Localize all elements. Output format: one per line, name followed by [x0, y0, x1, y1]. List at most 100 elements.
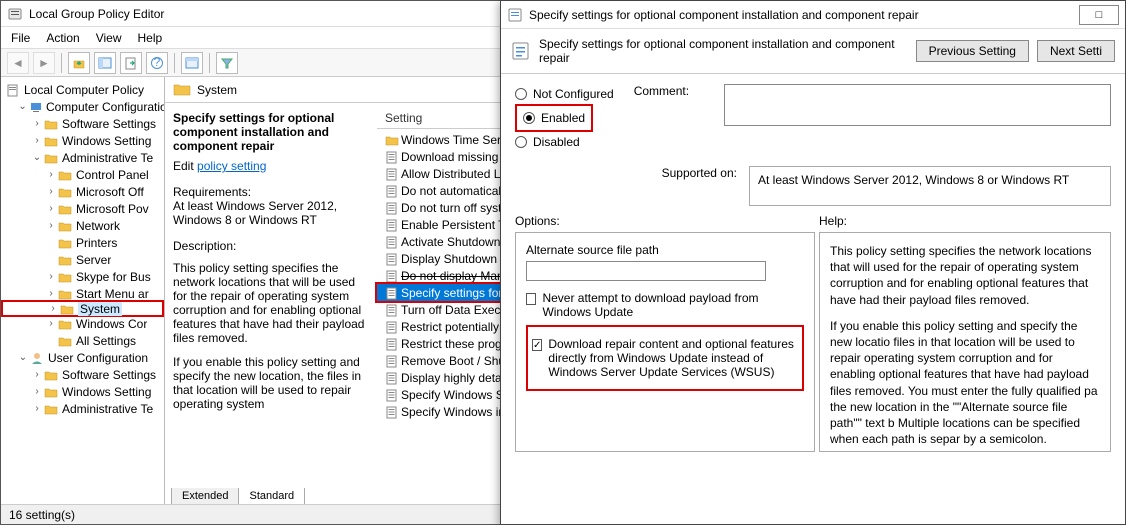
- tree-root[interactable]: Local Computer Policy: [1, 81, 164, 98]
- menu-action[interactable]: Action: [46, 31, 79, 45]
- back-button[interactable]: ◄: [7, 52, 29, 74]
- help-label: Help:: [819, 214, 847, 228]
- setting-label: Do not turn off syste: [401, 201, 508, 215]
- console-tree[interactable]: Local Computer Policy ⌄Computer Configur…: [1, 77, 165, 505]
- requirements-text: At least Windows Server 2012, Windows 8 …: [173, 199, 369, 227]
- dialog-icon: [507, 7, 523, 23]
- options-label: Options:: [515, 214, 819, 228]
- setting-icon: [383, 303, 401, 317]
- tree-user-config[interactable]: ⌄User Configuration: [1, 349, 164, 366]
- radio-disabled[interactable]: Disabled: [515, 135, 614, 149]
- tab-standard[interactable]: Standard: [238, 488, 305, 505]
- setting-label: Do not display Man: [401, 269, 504, 283]
- policy-setting-link[interactable]: policy setting: [197, 159, 266, 173]
- filter-button[interactable]: [216, 52, 238, 74]
- previous-setting-button[interactable]: Previous Setting: [916, 40, 1029, 62]
- radio-enabled[interactable]: Enabled: [523, 111, 585, 125]
- status-text: 16 setting(s): [9, 508, 75, 522]
- setting-label: Download missing C: [401, 150, 510, 164]
- description-label: Description:: [173, 239, 369, 253]
- setting-label: Specify settings for: [401, 286, 502, 300]
- tree-ms-powerpoint[interactable]: ›Microsoft Pov: [1, 200, 164, 217]
- options-panel: Alternate source file path Never attempt…: [515, 232, 815, 452]
- setting-label: Display Shutdown E: [401, 252, 508, 266]
- tree-control-panel[interactable]: ›Control Panel: [1, 166, 164, 183]
- tree-cc-software[interactable]: ›Software Settings: [1, 115, 164, 132]
- state-radio-group: Not Configured Enabled Disabled: [515, 84, 614, 152]
- description-p2: If you enable this policy setting and sp…: [173, 355, 369, 411]
- setting-label: Turn off Data Execu: [401, 303, 507, 317]
- tree-server[interactable]: Server: [1, 251, 164, 268]
- help-p1: This policy setting specifies the networ…: [830, 243, 1100, 308]
- app-icon: [7, 6, 23, 22]
- tab-extended[interactable]: Extended: [171, 488, 239, 505]
- dialog-titlebar: Specify settings for optional component …: [501, 1, 1125, 29]
- forward-button[interactable]: ►: [33, 52, 55, 74]
- extended-info-pane: Specify settings for optional component …: [165, 77, 377, 505]
- setting-icon: [383, 371, 401, 385]
- supported-on-label: Supported on:: [515, 166, 749, 180]
- svg-text:?: ?: [154, 56, 161, 69]
- tree-printers[interactable]: Printers: [1, 234, 164, 251]
- setting-label: Restrict these progra: [401, 337, 512, 351]
- setting-label: Remove Boot / Shut: [401, 354, 508, 368]
- maximize-icon[interactable]: □: [1079, 5, 1119, 25]
- properties-button[interactable]: [181, 52, 203, 74]
- next-setting-button[interactable]: Next Setti: [1037, 40, 1115, 62]
- folder-icon: [173, 82, 191, 98]
- menu-file[interactable]: File: [11, 31, 30, 45]
- download-direct-checkbox[interactable]: Download repair content and optional fea…: [532, 337, 798, 379]
- menu-help[interactable]: Help: [138, 31, 163, 45]
- tree-network[interactable]: ›Network: [1, 217, 164, 234]
- dialog-sub-icon: [511, 41, 531, 61]
- description-p1: This policy setting specifies the networ…: [173, 261, 369, 345]
- tree-uc-windows[interactable]: ›Windows Setting: [1, 383, 164, 400]
- setting-icon: [383, 252, 401, 266]
- tree-windows-components[interactable]: ›Windows Cor: [1, 315, 164, 332]
- setting-label: Specify Windows in: [401, 405, 505, 419]
- setting-icon: [383, 167, 401, 181]
- tree-cc-admin[interactable]: ⌄Administrative Te: [1, 149, 164, 166]
- comment-label: Comment:: [634, 84, 724, 126]
- edit-label: Edit: [173, 159, 194, 173]
- never-download-checkbox[interactable]: Never attempt to download payload from W…: [526, 291, 804, 319]
- detail-path: System: [197, 83, 237, 97]
- tree-uc-software[interactable]: ›Software Settings: [1, 366, 164, 383]
- setting-icon: [383, 150, 401, 164]
- tree-system[interactable]: ›System: [1, 300, 164, 317]
- export-list-button[interactable]: [120, 52, 142, 74]
- setting-icon: [383, 201, 401, 215]
- setting-icon: [383, 184, 401, 198]
- alt-source-path-input[interactable]: [526, 261, 766, 281]
- up-button[interactable]: [68, 52, 90, 74]
- dialog-subheader: Specify settings for optional component …: [501, 29, 1125, 74]
- setting-icon: [383, 269, 401, 283]
- show-hide-tree-button[interactable]: [94, 52, 116, 74]
- setting-icon: [383, 354, 401, 368]
- help-p2: If you enable this policy setting and sp…: [830, 318, 1100, 448]
- tree-computer-config[interactable]: ⌄Computer Configuration: [1, 98, 164, 115]
- setting-label: Enable Persistent Tir: [401, 218, 512, 232]
- tree-skype[interactable]: ›Skype for Bus: [1, 268, 164, 285]
- setting-label: Specify Windows Se: [401, 388, 510, 402]
- policy-dialog: Specify settings for optional component …: [500, 0, 1126, 525]
- tree-all-settings[interactable]: All Settings: [1, 332, 164, 349]
- comment-field[interactable]: [724, 84, 1111, 126]
- tree-ms-office[interactable]: ›Microsoft Off: [1, 183, 164, 200]
- setting-icon: [383, 388, 401, 402]
- setting-label: Restrict potentially u: [401, 320, 509, 334]
- tree-cc-windows[interactable]: ›Windows Setting: [1, 132, 164, 149]
- setting-label: Activate Shutdown: [401, 235, 500, 249]
- radio-not-configured[interactable]: Not Configured: [515, 87, 614, 101]
- window-title: Local Group Policy Editor: [29, 7, 164, 21]
- setting-label: Allow Distributed Li: [401, 167, 503, 181]
- setting-icon: [383, 235, 401, 249]
- alt-source-path-label: Alternate source file path: [526, 243, 804, 257]
- tree-uc-admin[interactable]: ›Administrative Te: [1, 400, 164, 417]
- setting-title: Specify settings for optional component …: [173, 111, 369, 153]
- setting-label: Do not automaticall: [401, 184, 504, 198]
- menu-view[interactable]: View: [96, 31, 122, 45]
- help-button[interactable]: ?: [146, 52, 168, 74]
- dialog-subtitle: Specify settings for optional component …: [539, 37, 916, 65]
- setting-icon: [383, 320, 401, 334]
